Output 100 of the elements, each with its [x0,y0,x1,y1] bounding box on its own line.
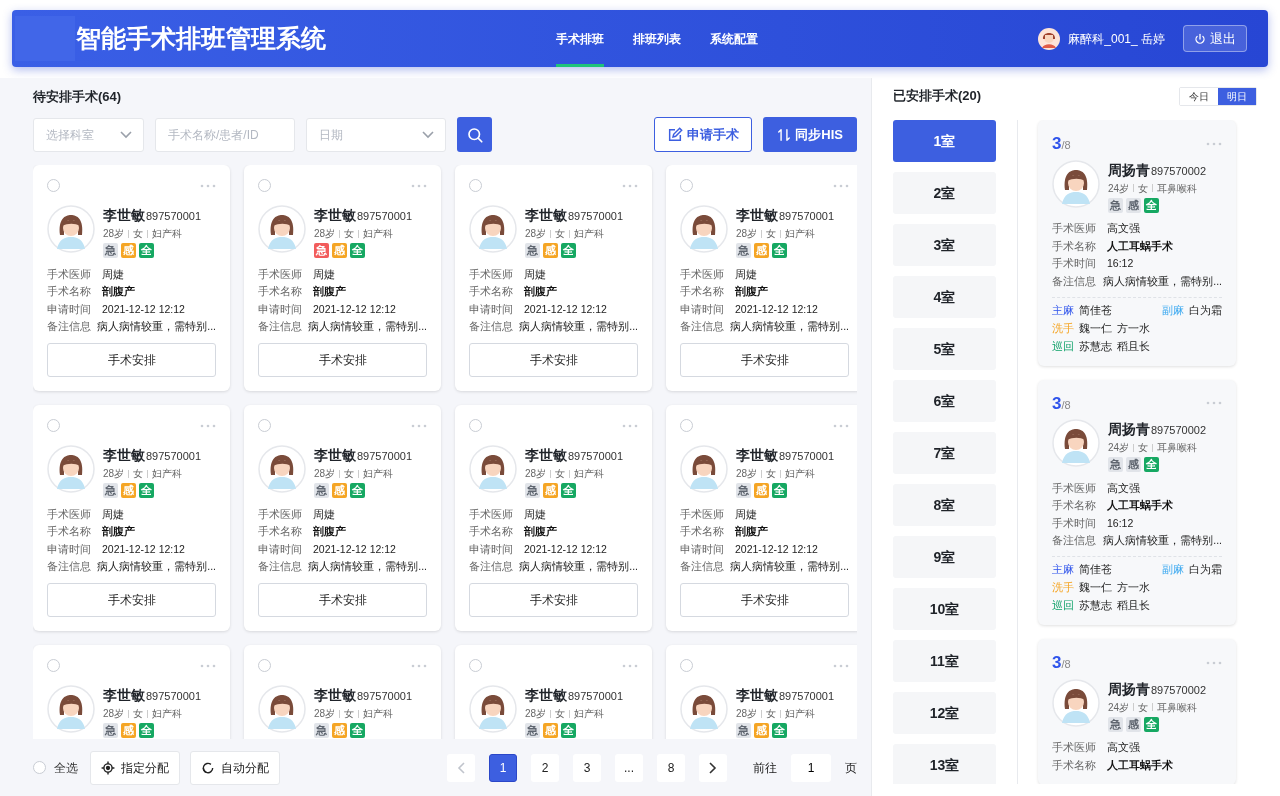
staff-role: 副麻 [1162,302,1184,318]
page-button[interactable]: 3 [573,753,601,782]
more-icon[interactable] [622,423,638,428]
staff-role: 洗手 [1052,320,1074,336]
more-icon[interactable] [833,183,849,188]
tag-badge: 全 [139,243,154,258]
field-value: 周婕 [524,506,546,522]
arrange-surgery-button[interactable]: 手术安排 [258,583,427,617]
more-icon[interactable] [1206,141,1222,146]
page-button[interactable]: 1 [489,753,517,782]
arrange-surgery-button[interactable]: 手术安排 [47,343,216,377]
room-tab[interactable]: 11室 [893,640,996,682]
prev-page-button[interactable] [447,753,475,782]
radio-button[interactable] [680,179,693,192]
field-label: 备注信息 [1052,533,1097,549]
more-icon[interactable] [411,663,427,668]
page-input[interactable]: 1 [791,753,831,782]
room-tab[interactable]: 7室 [893,432,996,474]
arrange-surgery-button[interactable]: 手术安排 [258,343,427,377]
room-tab[interactable]: 4室 [893,276,996,318]
patient-id: 897570001 [357,449,413,464]
patient-department: 妇产科 [785,707,816,721]
arrange-surgery-button[interactable]: 手术安排 [680,583,849,617]
arrange-surgery-button[interactable]: 手术安排 [680,343,849,377]
more-icon[interactable] [833,423,849,428]
patient-department: 耳鼻喉科 [1157,181,1198,196]
radio-button[interactable] [47,179,60,192]
search-field[interactable]: 手术名称/患者/ID [155,117,295,152]
room-tab[interactable]: 6室 [893,380,996,422]
radio-button[interactable] [47,659,60,672]
more-icon[interactable] [833,663,849,668]
arrange-surgery-button[interactable]: 手术安排 [47,583,216,617]
more-icon[interactable] [411,183,427,188]
page-button[interactable]: ... [615,753,643,782]
field-label: 手术名称 [47,284,92,300]
room-tab[interactable]: 9室 [893,536,996,578]
more-icon[interactable] [1206,401,1222,406]
room-tab[interactable]: 12室 [893,692,996,734]
room-tab[interactable]: 5室 [893,328,996,370]
tag-badge: 感 [332,243,347,258]
department-select[interactable]: 选择科室 [33,117,144,152]
more-icon[interactable] [1206,660,1222,665]
patient-id: 897570001 [357,689,413,704]
tag-badge: 感 [543,483,558,498]
staff-name: 稻且长 [1117,338,1150,354]
apply-surgery-button[interactable]: 申请手术 [654,117,753,152]
more-icon[interactable] [622,663,638,668]
radio-button[interactable] [258,419,271,432]
nav-tab[interactable]: 排班列表 [633,10,681,67]
more-icon[interactable] [200,423,216,428]
patient-department: 妇产科 [152,707,183,721]
more-icon[interactable] [200,663,216,668]
tag-badge: 急 [314,483,329,498]
more-icon[interactable] [200,183,216,188]
radio-button[interactable] [47,419,60,432]
room-tab[interactable]: 13室 [893,744,996,784]
search-button[interactable] [457,117,492,152]
field-value: 病人病情较重，需特别... [1103,533,1222,549]
patient-id: 897570001 [146,449,202,464]
radio-button[interactable] [469,419,482,432]
page-button[interactable]: 8 [657,753,685,782]
assign-button[interactable]: 指定分配 [90,750,180,785]
order-count: 3 [1052,652,1062,674]
room-tab[interactable]: 8室 [893,484,996,526]
arrange-surgery-button[interactable]: 手术安排 [469,343,638,377]
logout-button[interactable]: 退出 [1183,25,1247,52]
patient-department: 妇产科 [152,467,183,481]
field-label: 申请时间 [47,541,92,557]
radio-button[interactable] [258,659,271,672]
patient-id: 897570002 [1151,423,1207,438]
auto-assign-button[interactable]: 自动分配 [190,750,280,785]
room-tab[interactable]: 2室 [893,172,996,214]
patient-id: 897570001 [146,689,202,704]
radio-button[interactable] [33,761,46,774]
patient-age: 28岁 [525,707,547,721]
more-icon[interactable] [622,183,638,188]
nav-tab[interactable]: 手术排班 [556,10,604,67]
patient-age: 28岁 [736,227,758,241]
day-toggle[interactable]: 明日 [1218,87,1256,105]
room-tab[interactable]: 1室 [893,120,996,162]
nav-tab[interactable]: 系统配置 [710,10,758,67]
tag-badge: 全 [561,723,576,738]
radio-button[interactable] [469,659,482,672]
patient-sex: 女 [555,707,566,721]
radio-button[interactable] [258,179,271,192]
staff-name: 稻且长 [1117,598,1150,614]
avatar-icon [469,205,517,253]
room-tab[interactable]: 10室 [893,588,996,630]
page-button[interactable]: 2 [531,753,559,782]
next-page-button[interactable] [699,753,727,782]
radio-button[interactable] [680,419,693,432]
date-select[interactable]: 日期 [306,117,446,152]
patient-department: 妇产科 [363,467,394,481]
radio-button[interactable] [680,659,693,672]
radio-button[interactable] [469,179,482,192]
more-icon[interactable] [411,423,427,428]
room-tab[interactable]: 3室 [893,224,996,266]
sync-his-button[interactable]: 同步HIS [763,117,857,152]
select-all-label[interactable]: 全选 [54,758,78,777]
arrange-surgery-button[interactable]: 手术安排 [469,583,638,617]
